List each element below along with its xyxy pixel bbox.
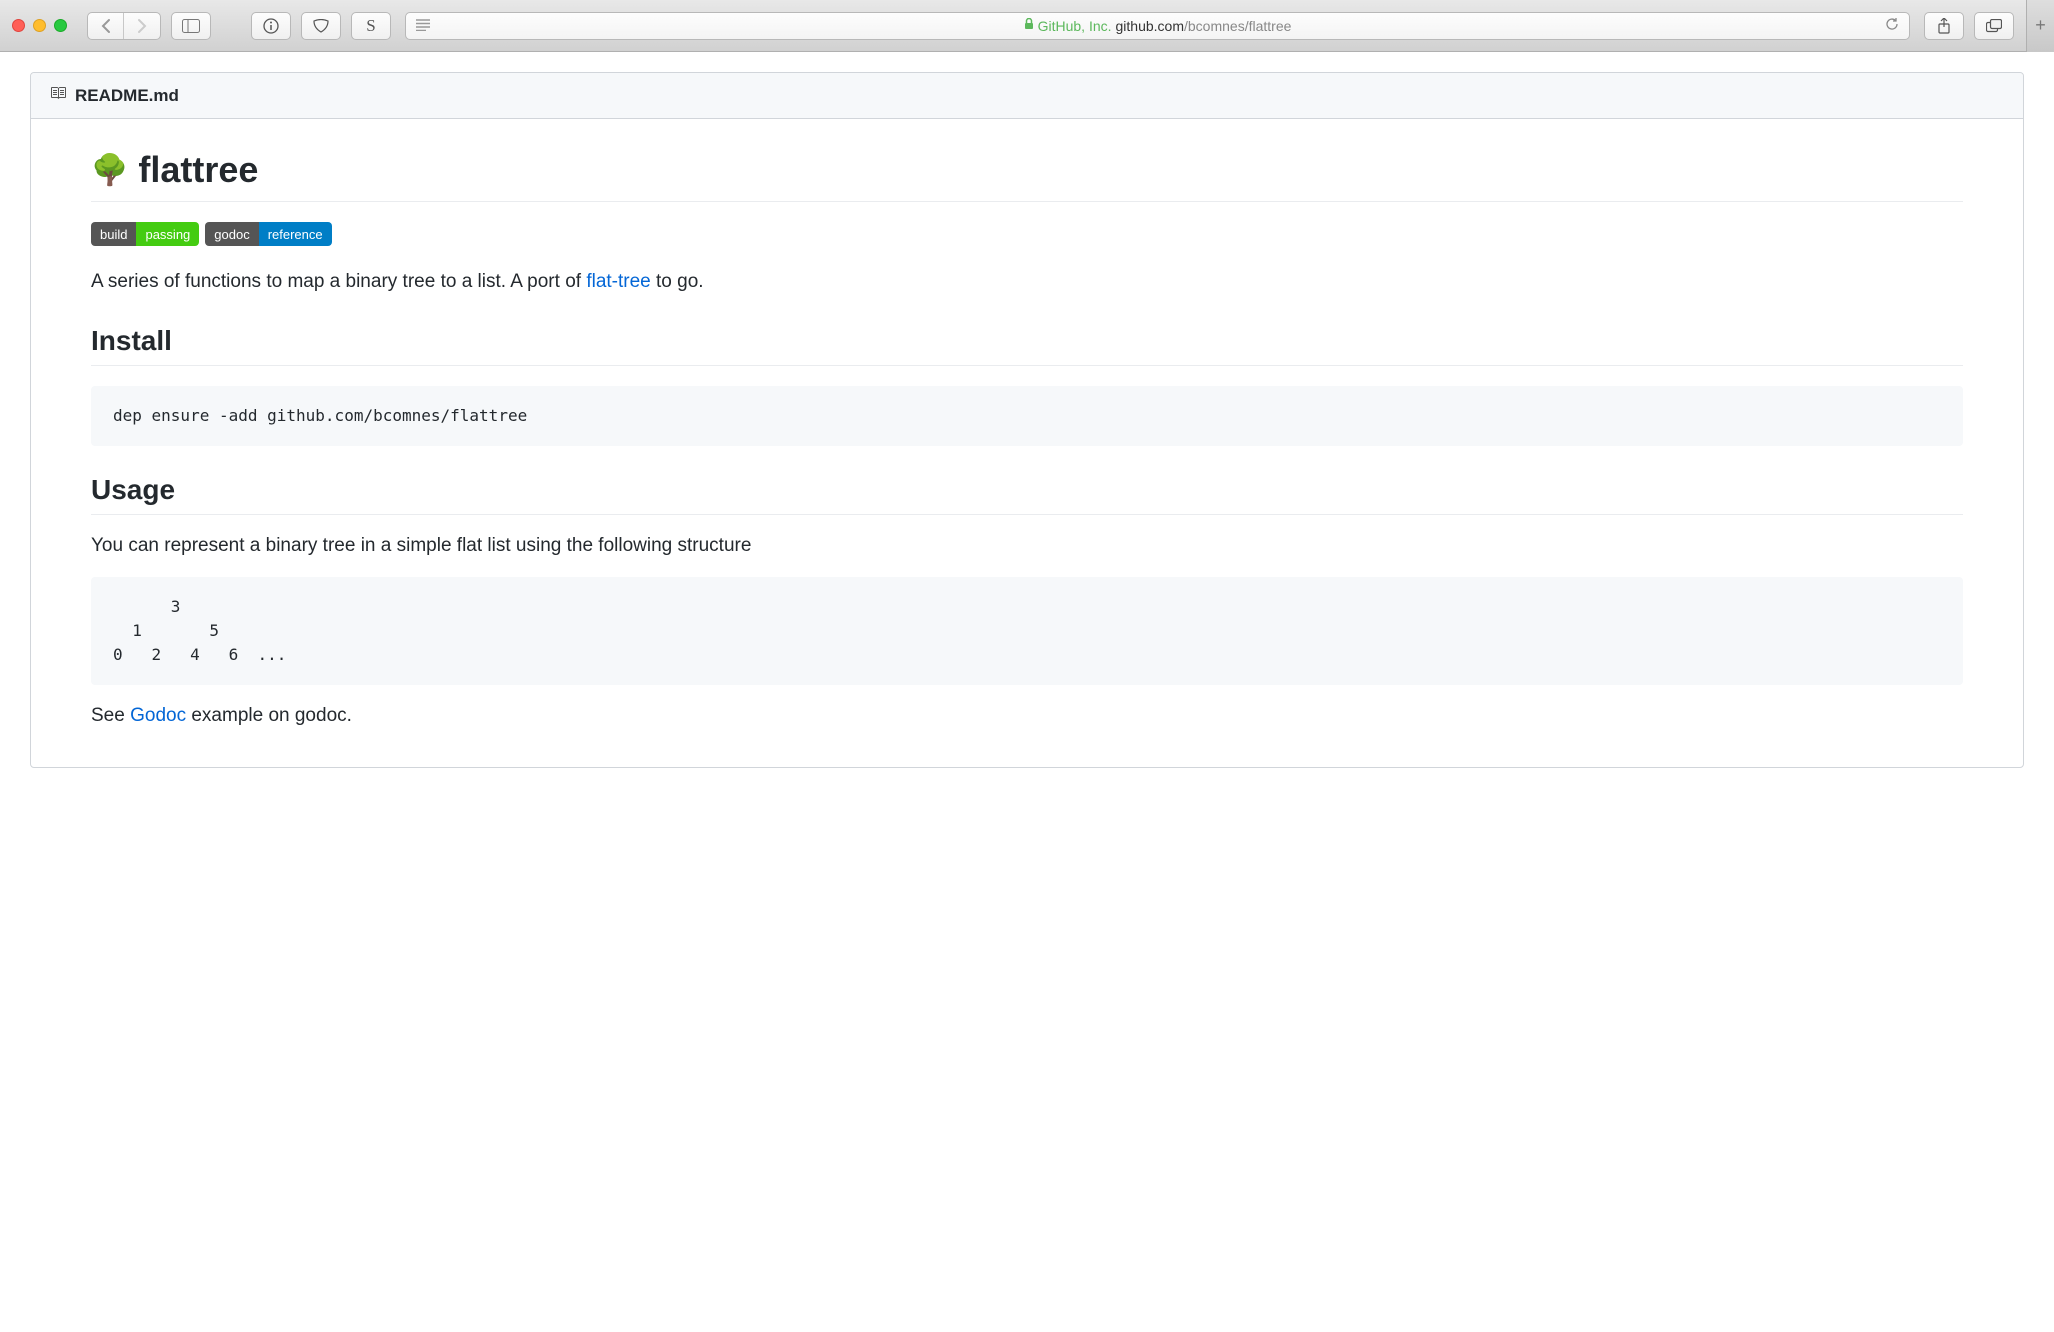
godoc-post: example on godoc. xyxy=(186,705,352,726)
readme-title: 🌳 flattree xyxy=(91,149,1963,202)
forward-button[interactable] xyxy=(124,13,160,39)
book-icon xyxy=(49,85,67,106)
s-button[interactable]: S xyxy=(351,12,391,40)
right-tools xyxy=(1924,12,2014,40)
readme-container: README.md 🌳 flattree build passing godoc… xyxy=(30,72,2024,768)
title-text: flattree xyxy=(138,149,258,191)
new-tab-button[interactable]: + xyxy=(2026,0,2054,52)
address-bar[interactable]: GitHub, Inc. github.com/bcomnes/flattree xyxy=(405,12,1910,40)
godoc-link[interactable]: Godoc xyxy=(130,705,186,726)
close-window-button[interactable] xyxy=(12,19,25,32)
sidebar-button[interactable] xyxy=(171,12,211,40)
tree-emoji-icon: 🌳 xyxy=(91,153,128,188)
badges-row: build passing godoc reference xyxy=(91,222,1963,246)
browser-toolbar: S GitHub, Inc. github.com/bcomnes/flattr… xyxy=(0,0,2054,52)
usage-code-block: 3 1 5 0 2 4 6 ... xyxy=(91,577,1963,685)
url-owner: GitHub, Inc. xyxy=(1038,18,1112,34)
info-button[interactable] xyxy=(251,12,291,40)
url-path: /bcomnes/flattree xyxy=(1184,18,1291,34)
godoc-badge[interactable]: godoc reference xyxy=(205,222,331,246)
build-badge-label: build xyxy=(91,222,136,246)
build-badge[interactable]: build passing xyxy=(91,222,199,246)
tabs-button[interactable] xyxy=(1974,12,2014,40)
usage-heading: Usage xyxy=(91,474,1963,515)
install-heading: Install xyxy=(91,325,1963,366)
usage-description: You can represent a binary tree in a sim… xyxy=(91,535,1963,557)
s-label: S xyxy=(366,16,375,36)
godoc-line: See Godoc example on godoc. xyxy=(91,705,1963,727)
godoc-badge-value: reference xyxy=(259,222,332,246)
readme-filename: README.md xyxy=(75,86,179,106)
desc-pre: A series of functions to map a binary tr… xyxy=(91,271,586,292)
url-display: GitHub, Inc. github.com/bcomnes/flattree xyxy=(1024,18,1292,34)
godoc-badge-label: godoc xyxy=(205,222,258,246)
readme-body: 🌳 flattree build passing godoc reference… xyxy=(31,119,2023,767)
build-badge-value: passing xyxy=(136,222,199,246)
readme-header: README.md xyxy=(31,73,2023,119)
nav-buttons xyxy=(87,12,161,40)
maximize-window-button[interactable] xyxy=(54,19,67,32)
back-button[interactable] xyxy=(88,13,124,39)
description: A series of functions to map a binary tr… xyxy=(91,268,1963,297)
shield-button[interactable] xyxy=(301,12,341,40)
window-controls xyxy=(12,19,67,32)
install-code-block: dep ensure -add github.com/bcomnes/flatt… xyxy=(91,386,1963,446)
page-content: README.md 🌳 flattree build passing godoc… xyxy=(0,52,2054,1332)
url-domain: github.com xyxy=(1116,18,1184,34)
godoc-pre: See xyxy=(91,705,130,726)
reader-icon[interactable] xyxy=(416,18,430,34)
desc-post: to go. xyxy=(651,271,704,292)
flat-tree-link[interactable]: flat-tree xyxy=(586,271,650,292)
lock-icon xyxy=(1024,18,1034,33)
share-button[interactable] xyxy=(1924,12,1964,40)
minimize-window-button[interactable] xyxy=(33,19,46,32)
reload-icon[interactable] xyxy=(1885,17,1899,34)
